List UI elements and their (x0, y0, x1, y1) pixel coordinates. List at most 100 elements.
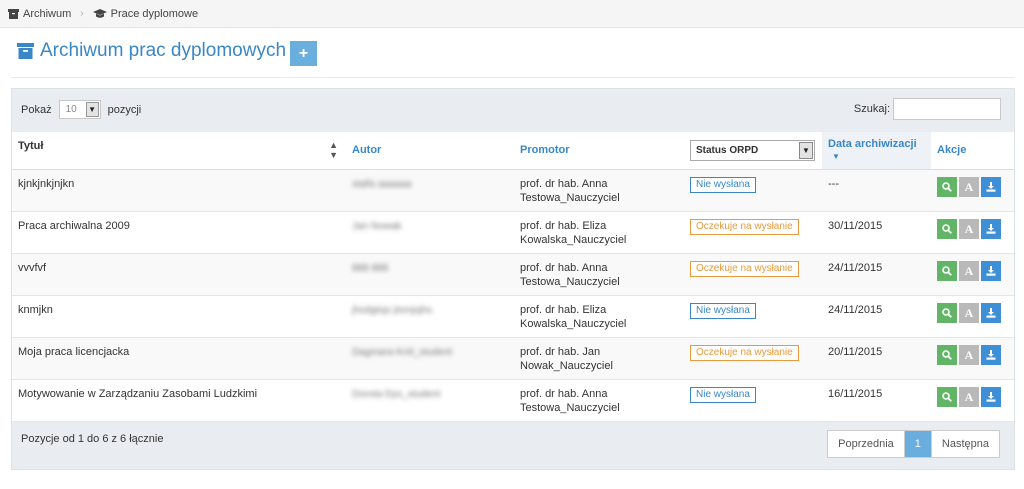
archive-icon (8, 8, 19, 19)
page-length-value: 10 (65, 104, 77, 115)
search-icon (942, 307, 952, 318)
author-name: Dagmara Król_student (352, 346, 453, 358)
column-header-title[interactable]: Tytuł ▲ ▼ (12, 132, 346, 170)
breadcrumb-item-archiwum[interactable]: Archiwum (8, 8, 71, 20)
text-view-button[interactable]: A (959, 302, 979, 323)
breadcrumb: Archiwum › Prace dyplomowe (0, 0, 1024, 28)
page-1-button[interactable]: 1 (903, 431, 932, 457)
cell-promoter: prof. dr hab. Eliza Kowalska_Nauczyciel (514, 211, 684, 254)
status-badge: Oczekuje na wysłanie (690, 260, 799, 277)
font-icon: A (964, 263, 974, 278)
font-icon: A (964, 347, 974, 362)
download-icon (986, 223, 996, 234)
archive-date: 16/11/2015 (828, 387, 883, 400)
thesis-title: kjnkjnkjnjkn (18, 177, 75, 190)
author-name: 888 888 (352, 262, 389, 274)
download-icon (986, 265, 996, 276)
table-row: Motywowanie w Zarządzaniu Zasobami Ludzk… (12, 379, 1014, 422)
cell-title: Praca archiwalna 2009 (12, 211, 346, 254)
cell-author: jhsdgtsjs jtsmjsjhs (346, 295, 514, 338)
table-info: Pozycje od 1 do 6 z 6 łącznie (21, 433, 164, 445)
thesis-title: Motywowanie w Zarządzaniu Zasobami Ludzk… (18, 387, 258, 400)
cell-title: vvvfvf (12, 253, 346, 296)
preview-button[interactable] (937, 302, 957, 323)
add-thesis-button[interactable]: + (290, 41, 317, 66)
status-badge: Oczekuje na wysłanie (690, 344, 799, 361)
preview-button[interactable] (937, 386, 957, 407)
text-view-button[interactable]: A (959, 386, 979, 407)
preview-button[interactable] (937, 218, 957, 239)
column-header-author[interactable]: Autor (346, 132, 514, 170)
download-icon (986, 391, 996, 402)
status-filter-select[interactable]: Status ORPD ▼ (690, 139, 815, 161)
cell-status: Oczekuje na wysłanie (684, 211, 822, 254)
table-header-row: Tytuł ▲ ▼ Autor Promotor Status ORPD ▼ Da… (12, 132, 1014, 170)
search-icon (942, 181, 952, 192)
cell-title: kjnkjnkjnjkn (12, 169, 346, 212)
sort-icon: ▲ ▼ (329, 140, 338, 161)
page-title: Archiwum prac dyplomowych (40, 40, 287, 61)
download-button[interactable] (981, 176, 1001, 197)
cell-actions: A (931, 295, 1014, 338)
table-row: kjnkjnkjnjkn stafis aaaaaa prof. dr hab.… (12, 169, 1014, 212)
download-button[interactable] (981, 344, 1001, 365)
row-actions: A (937, 176, 1014, 197)
status-badge: Nie wysłana (690, 386, 756, 403)
graduation-cap-icon (92, 8, 107, 19)
cell-promoter: prof. dr hab. Anna Testowa_Nauczyciel (514, 253, 684, 296)
cell-title: knmjkn (12, 295, 346, 338)
cell-author: Dorota Dys_student (346, 379, 514, 422)
author-name: Dorota Dys_student (352, 388, 441, 400)
status-badge: Oczekuje na wysłanie (690, 218, 799, 235)
font-icon: A (964, 389, 974, 404)
page-length-select[interactable]: 10 ▼ (58, 100, 101, 119)
page-title-row: Archiwum prac dyplomowych (17, 40, 286, 62)
cell-date: 24/11/2015 (822, 295, 931, 338)
search-control: Szukaj: (854, 98, 1001, 120)
table-row: Moja praca licencjacka Dagmara Król_stud… (12, 337, 1014, 380)
archive-date: --- (828, 177, 839, 190)
page-length-control: Pokaż 10 ▼ pozycji (21, 100, 141, 119)
status-badge: Nie wysłana (690, 176, 756, 193)
breadcrumb-label: Archiwum (23, 7, 72, 20)
font-icon: A (964, 221, 974, 236)
cell-promoter: prof. dr hab. Anna Testowa_Nauczyciel (514, 169, 684, 212)
promoter-name: prof. dr hab. Eliza Kowalska_Nauczyciel (520, 219, 627, 246)
chevron-down-icon: ▼ (85, 102, 99, 117)
text-view-button[interactable]: A (959, 218, 979, 239)
cell-status: Oczekuje na wysłanie (684, 253, 822, 296)
search-icon (942, 349, 952, 360)
cell-status: Nie wysłana (684, 295, 822, 338)
search-label: Szukaj: (853, 103, 890, 115)
cell-actions: A (931, 211, 1014, 254)
next-page-button[interactable]: Następna (932, 431, 999, 457)
text-view-button[interactable]: A (959, 176, 979, 197)
preview-button[interactable] (937, 344, 957, 365)
cell-date: 16/11/2015 (822, 379, 931, 422)
cell-promoter: prof. dr hab. Eliza Kowalska_Nauczyciel (514, 295, 684, 338)
cell-status: Oczekuje na wysłanie (684, 337, 822, 380)
table-panel: Pokaż 10 ▼ pozycji Szukaj: Tytuł ▲ ▼ Auto… (11, 88, 1015, 470)
promoter-name: prof. dr hab. Anna Testowa_Nauczyciel (520, 387, 620, 414)
download-icon (986, 181, 996, 192)
preview-button[interactable] (937, 260, 957, 281)
download-button[interactable] (981, 386, 1001, 407)
column-header-promoter[interactable]: Promotor (514, 132, 684, 170)
thesis-title: knmjkn (18, 303, 53, 316)
preview-button[interactable] (937, 176, 957, 197)
promoter-name: prof. dr hab. Eliza Kowalska_Nauczyciel (520, 303, 627, 330)
cell-status: Nie wysłana (684, 169, 822, 212)
search-input[interactable] (893, 98, 1001, 120)
prev-page-button[interactable]: Poprzednia (828, 431, 904, 457)
download-button[interactable] (981, 218, 1001, 239)
row-actions: A (937, 386, 1014, 407)
archive-date: 20/11/2015 (828, 345, 883, 358)
text-view-button[interactable]: A (959, 344, 979, 365)
thesis-title: Praca archiwalna 2009 (18, 219, 130, 232)
breadcrumb-item-prace[interactable]: Prace dyplomowe (92, 8, 198, 20)
download-button[interactable] (981, 302, 1001, 323)
download-button[interactable] (981, 260, 1001, 281)
column-header-date[interactable]: Data archiwizacji ▼ (822, 132, 931, 170)
font-icon: A (964, 179, 974, 194)
text-view-button[interactable]: A (959, 260, 979, 281)
